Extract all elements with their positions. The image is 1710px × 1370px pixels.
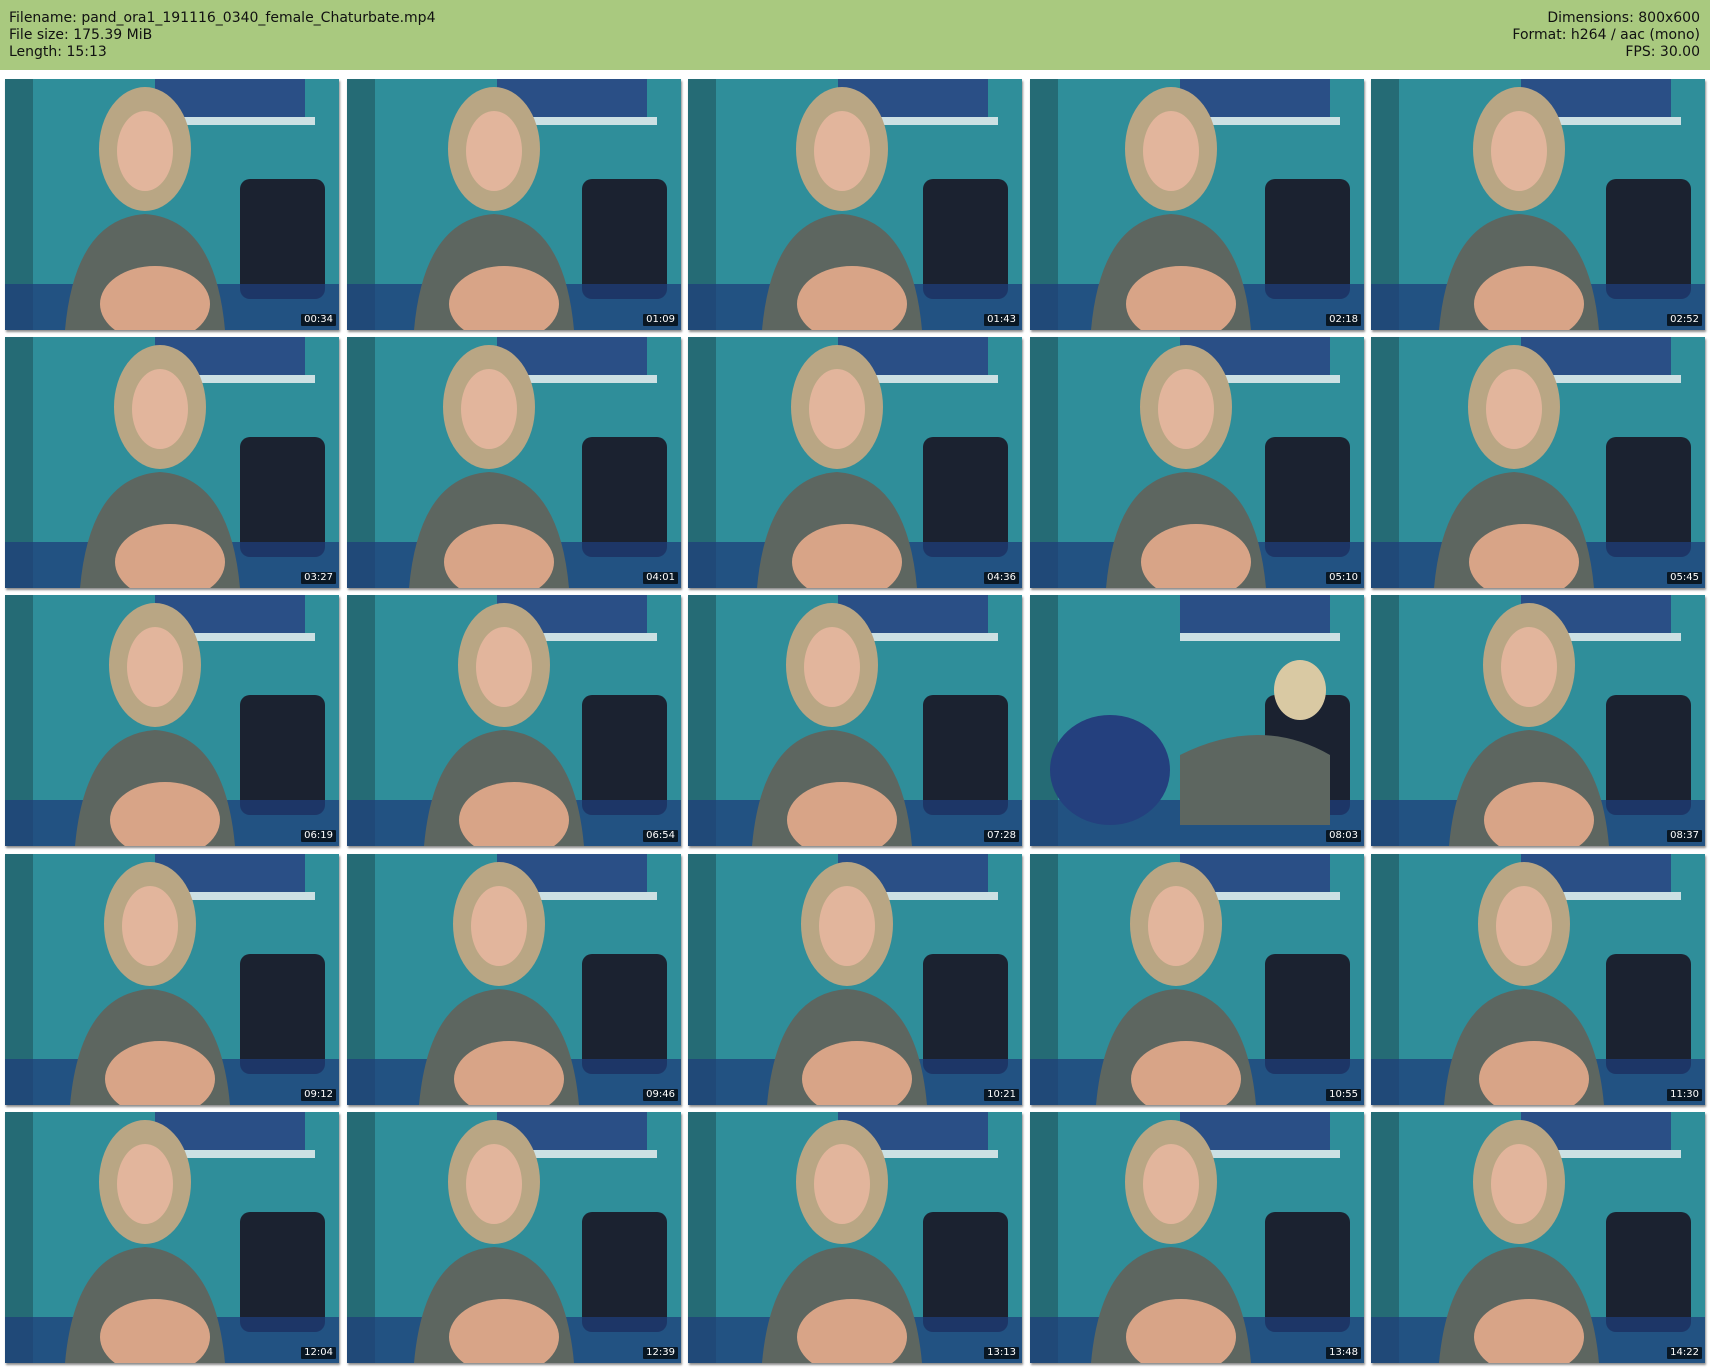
video-thumbnail: 10:55 <box>1030 854 1364 1105</box>
frame-image <box>688 854 1022 1105</box>
info-header: Filename: pand_ora1_191116_0340_female_C… <box>0 0 1710 70</box>
length-label: Length: <box>9 44 63 60</box>
filesize-label: File size: <box>9 27 69 43</box>
frame-image <box>1030 1112 1364 1363</box>
filename-value: pand_ora1_191116_0340_female_Chaturbate.… <box>81 10 436 26</box>
video-thumbnail: 01:43 <box>688 79 1022 330</box>
frame-image <box>347 595 681 846</box>
frame-image <box>5 1112 339 1363</box>
frame-image <box>1371 1112 1705 1363</box>
dimensions-label: Dimensions: <box>1547 10 1634 26</box>
length-value: 15:13 <box>66 44 107 60</box>
file-info: Filename: pand_ora1_191116_0340_female_C… <box>9 10 435 61</box>
format-label: Format: <box>1512 27 1567 43</box>
timestamp-label: 13:13 <box>984 1347 1019 1359</box>
video-thumbnail: 05:45 <box>1371 337 1705 588</box>
frame-image <box>688 1112 1022 1363</box>
frame-image <box>688 337 1022 588</box>
timestamp-label: 05:45 <box>1667 572 1702 584</box>
video-thumbnail: 00:34 <box>5 79 339 330</box>
timestamp-label: 03:27 <box>301 572 336 584</box>
video-thumbnail: 08:37 <box>1371 595 1705 846</box>
frame-image <box>347 854 681 1105</box>
timestamp-label: 09:46 <box>643 1089 678 1101</box>
timestamp-label: 11:30 <box>1667 1089 1702 1101</box>
video-thumbnail: 06:54 <box>347 595 681 846</box>
frame-image <box>5 595 339 846</box>
frame-image <box>1030 337 1364 588</box>
video-thumbnail: 13:13 <box>688 1112 1022 1363</box>
timestamp-label: 12:04 <box>301 1347 336 1359</box>
length-line: Length: 15:13 <box>9 44 435 61</box>
timestamp-label: 10:21 <box>984 1089 1019 1101</box>
video-thumbnail: 10:21 <box>688 854 1022 1105</box>
video-thumbnail: 12:04 <box>5 1112 339 1363</box>
timestamp-label: 09:12 <box>301 1089 336 1101</box>
video-thumbnail: 06:19 <box>5 595 339 846</box>
fps-label: FPS: <box>1625 44 1656 60</box>
frame-image <box>688 79 1022 330</box>
video-thumbnail: 02:18 <box>1030 79 1364 330</box>
timestamp-label: 10:55 <box>1326 1089 1361 1101</box>
fps-value: 30.00 <box>1659 44 1700 60</box>
timestamp-label: 00:34 <box>301 314 336 326</box>
timestamp-label: 06:54 <box>643 830 678 842</box>
video-thumbnail: 04:36 <box>688 337 1022 588</box>
dimensions-value: 800x600 <box>1638 10 1700 26</box>
frame-image <box>5 854 339 1105</box>
filename-label: Filename: <box>9 10 77 26</box>
timestamp-label: 06:19 <box>301 830 336 842</box>
frame-image <box>347 79 681 330</box>
frame-image <box>1030 79 1364 330</box>
frame-image <box>1030 854 1364 1105</box>
frame-image <box>347 337 681 588</box>
frame-image <box>5 337 339 588</box>
video-thumbnail: 01:09 <box>347 79 681 330</box>
timestamp-label: 02:18 <box>1326 314 1361 326</box>
format-line: Format: h264 / aac (mono) <box>1512 27 1700 44</box>
timestamp-label: 07:28 <box>984 830 1019 842</box>
timestamp-label: 12:39 <box>643 1347 678 1359</box>
video-thumbnail: 03:27 <box>5 337 339 588</box>
frame-image <box>5 79 339 330</box>
video-thumbnail: 13:48 <box>1030 1112 1364 1363</box>
dimensions-line: Dimensions: 800x600 <box>1512 10 1700 27</box>
frame-image <box>1371 79 1705 330</box>
timestamp-label: 02:52 <box>1667 314 1702 326</box>
video-thumbnail: 05:10 <box>1030 337 1364 588</box>
filesize-value: 175.39 MiB <box>73 27 153 43</box>
video-info: Dimensions: 800x600 Format: h264 / aac (… <box>1512 10 1700 61</box>
timestamp-label: 08:37 <box>1667 830 1702 842</box>
timestamp-label: 05:10 <box>1326 572 1361 584</box>
frame-image <box>1030 595 1364 846</box>
video-thumbnail: 04:01 <box>347 337 681 588</box>
frame-image <box>1371 337 1705 588</box>
frame-image <box>1371 854 1705 1105</box>
thumbnail-grid: 00:34 01:09 01:43 02:18 02:52 03:27 04:01 04:36… <box>5 79 1705 1365</box>
video-thumbnail: 09:12 <box>5 854 339 1105</box>
frame-image <box>1371 595 1705 846</box>
timestamp-label: 08:03 <box>1326 830 1361 842</box>
filename-line: Filename: pand_ora1_191116_0340_female_C… <box>9 10 435 27</box>
video-thumbnail: 12:39 <box>347 1112 681 1363</box>
timestamp-label: 01:43 <box>984 314 1019 326</box>
timestamp-label: 01:09 <box>643 314 678 326</box>
format-value: h264 / aac (mono) <box>1570 27 1700 43</box>
video-thumbnail: 02:52 <box>1371 79 1705 330</box>
fps-line: FPS: 30.00 <box>1512 44 1700 61</box>
timestamp-label: 13:48 <box>1326 1347 1361 1359</box>
video-thumbnail: 08:03 <box>1030 595 1364 846</box>
filesize-line: File size: 175.39 MiB <box>9 27 435 44</box>
video-thumbnail: 11:30 <box>1371 854 1705 1105</box>
video-thumbnail: 07:28 <box>688 595 1022 846</box>
frame-image <box>347 1112 681 1363</box>
timestamp-label: 04:36 <box>984 572 1019 584</box>
frame-image <box>688 595 1022 846</box>
video-thumbnail: 14:22 <box>1371 1112 1705 1363</box>
video-thumbnail: 09:46 <box>347 854 681 1105</box>
timestamp-label: 14:22 <box>1667 1347 1702 1359</box>
timestamp-label: 04:01 <box>643 572 678 584</box>
